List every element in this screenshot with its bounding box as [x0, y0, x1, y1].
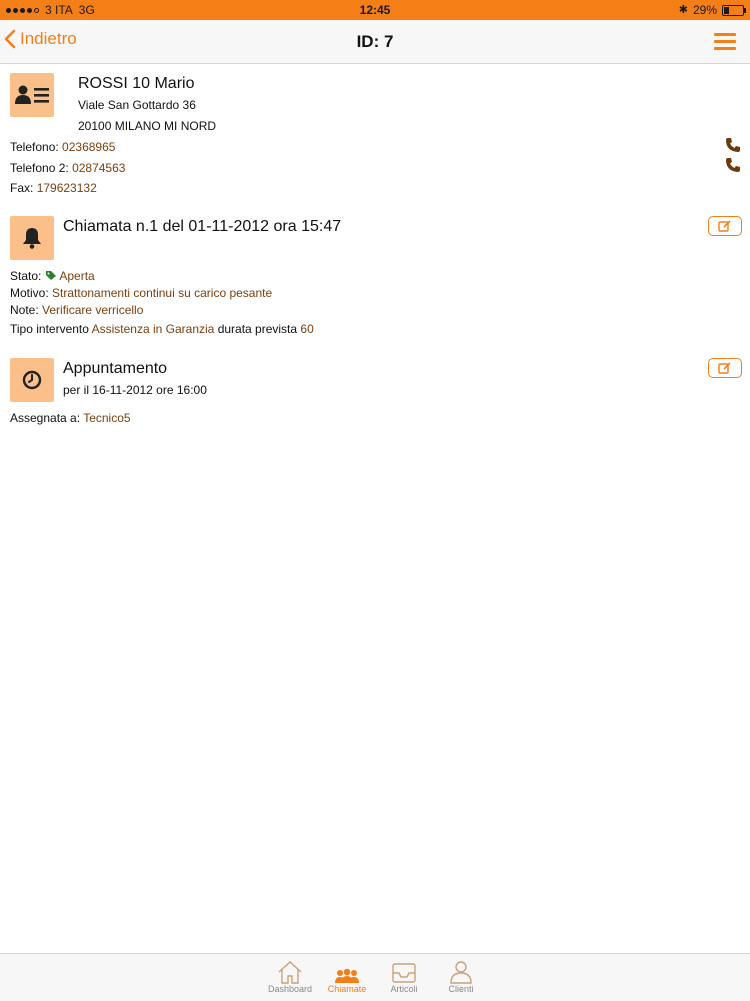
motivo-row: Motivo: Strattonamenti continui su caric…	[10, 286, 272, 300]
note-label: Note:	[10, 303, 39, 317]
intervention-row: Tipo intervento Assistenza in Garanzia d…	[10, 322, 314, 336]
tab-chiamate[interactable]: Chiamate	[318, 958, 376, 994]
phone2-row: Telefono 2: 02874563	[10, 161, 125, 175]
tab-articoli-label: Articoli	[390, 984, 418, 994]
motivo-value: Strattonamenti continui su carico pesant…	[52, 286, 273, 300]
status-value: Aperta	[59, 269, 95, 283]
bell-icon	[10, 216, 54, 260]
customer-address-line2: 20100 MILANO MI NORD	[78, 119, 217, 133]
assigned-row: Assegnata a: Tecnico5	[10, 411, 131, 425]
tab-clienti-label: Clienti	[448, 984, 474, 994]
phone-row: Telefono: 02368965	[10, 140, 115, 154]
clock: 12:45	[359, 3, 391, 17]
phone-label: Telefono:	[10, 140, 59, 154]
home-icon	[278, 961, 302, 984]
tipo-label: Tipo intervento	[10, 322, 89, 336]
tipo-value: Assistenza in Garanzia	[91, 322, 215, 336]
fax-label: Fax:	[10, 181, 34, 195]
tab-chiamate-label: Chiamate	[327, 984, 367, 994]
assigned-label: Assegnata a:	[10, 411, 81, 425]
durata-label: durata prevista	[217, 322, 298, 336]
clock-icon	[10, 358, 54, 402]
motivo-label: Motivo:	[10, 286, 49, 300]
group-icon	[335, 968, 359, 983]
inbox-icon	[392, 963, 416, 983]
assigned-value: Tecnico5	[83, 411, 131, 425]
tab-articoli[interactable]: Articoli	[375, 958, 433, 994]
bluetooth-icon: ✱	[678, 4, 688, 16]
edit-icon	[718, 220, 731, 232]
tab-dashboard[interactable]: Dashboard	[261, 958, 319, 994]
edit-call-button[interactable]	[708, 216, 742, 236]
contact-card-icon	[10, 73, 54, 117]
appointment-date: per il 16-11-2012 ore 16:00	[63, 383, 207, 397]
nav-bar: Indietro ID: 7	[0, 20, 750, 64]
note-row: Note: Verificare verricello	[10, 303, 143, 317]
appointment-title: Appuntamento	[63, 360, 168, 377]
note-value: Verificare verricello	[42, 303, 144, 317]
tab-bar: Dashboard Chiamate Articoli Clienti	[0, 953, 750, 1001]
phone2-icon[interactable]	[725, 157, 741, 173]
tab-clienti[interactable]: Clienti	[432, 958, 490, 994]
customer-name: ROSSI 10 Mario	[78, 75, 195, 92]
fax-value: 179623132	[36, 181, 97, 195]
status-right: ✱ 29%	[678, 0, 746, 20]
phone-icon[interactable]	[725, 137, 741, 153]
phone2-value[interactable]: 02874563	[72, 161, 125, 175]
battery-percent: 29%	[692, 3, 717, 17]
status-bar: 3 ITA 3G 12:45 ✱ 29%	[0, 0, 750, 20]
customer-address-line1: Viale San Gottardo 36	[78, 98, 196, 112]
page-title: ID: 7	[356, 32, 394, 51]
call-title: Chiamata n.1 del 01-11-2012 ora 15:47	[63, 218, 342, 235]
fax-row: Fax: 179623132	[10, 181, 97, 195]
battery-icon	[722, 4, 746, 16]
edit-icon	[718, 362, 731, 374]
durata-value: 60	[300, 322, 314, 336]
tag-icon	[45, 271, 56, 280]
user-icon	[450, 961, 472, 984]
tab-dashboard-label: Dashboard	[267, 984, 313, 994]
status-label: Stato:	[10, 269, 42, 283]
edit-appointment-button[interactable]	[708, 358, 742, 378]
phone-value[interactable]: 02368965	[62, 140, 115, 154]
phone2-label: Telefono 2:	[10, 161, 69, 175]
status-row: Stato: Aperta	[10, 269, 95, 283]
menu-icon[interactable]	[714, 33, 736, 51]
